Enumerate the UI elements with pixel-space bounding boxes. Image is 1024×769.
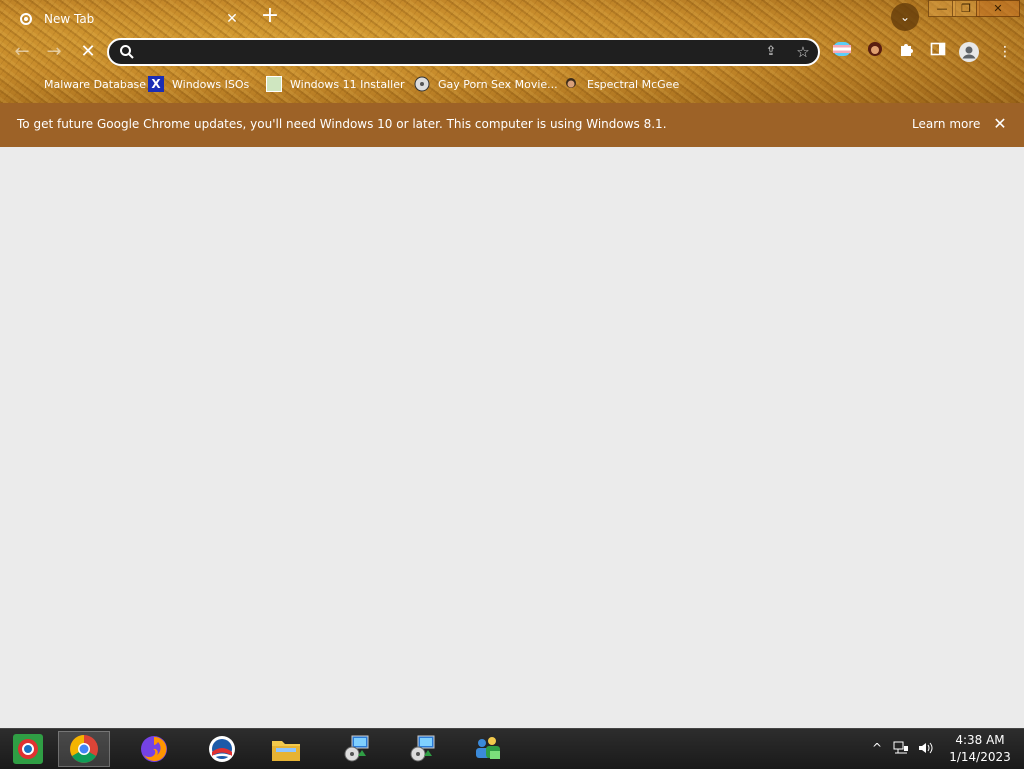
new-tab-button[interactable]: + xyxy=(258,5,282,29)
avatar-extension-icon[interactable] xyxy=(864,41,886,63)
clock-time[interactable]: 4:38 AM xyxy=(940,733,1020,747)
firefox-taskbar-icon[interactable] xyxy=(128,731,180,767)
taskbar: ^ 4:38 AM 1/14/2023 xyxy=(0,728,1024,769)
volume-icon[interactable] xyxy=(917,740,933,759)
bookmark-label: Windows ISOs xyxy=(172,77,250,91)
update-infobar: To get future Google Chrome updates, you… xyxy=(0,103,1024,147)
tab-new-tab[interactable]: New Tab ✕ xyxy=(8,4,248,34)
back-button[interactable]: ← xyxy=(10,41,34,65)
infobar-close-icon[interactable]: ✕ xyxy=(990,114,1010,133)
infobar-message: To get future Google Chrome updates, you… xyxy=(17,117,667,131)
bookmark-espectral-mcgee[interactable]: Espectral McGee xyxy=(563,72,679,96)
cd-icon xyxy=(414,76,430,92)
bookmark-malware-database[interactable]: Malware Database xyxy=(20,72,146,96)
extensions-puzzle-icon[interactable] xyxy=(895,41,917,63)
bookmark-label: Windows 11 Installer xyxy=(290,77,405,91)
network-icon[interactable] xyxy=(893,741,909,758)
forward-button[interactable]: → xyxy=(42,41,66,65)
close-window-button[interactable]: ✕ xyxy=(976,0,1020,17)
chrome-taskbar-icon[interactable] xyxy=(58,731,110,767)
stop-loading-button[interactable]: ✕ xyxy=(76,41,100,65)
clock-date[interactable]: 1/14/2023 xyxy=(940,750,1020,764)
show-hidden-icons-chevron[interactable]: ^ xyxy=(872,741,882,755)
start-button[interactable] xyxy=(2,731,54,767)
blank-page-icon xyxy=(20,76,36,92)
new-tab-favicon-icon xyxy=(20,13,32,25)
profile-avatar-icon[interactable] xyxy=(958,41,980,63)
image-icon xyxy=(266,76,282,92)
obama-logo-taskbar-icon[interactable] xyxy=(196,731,248,767)
search-icon xyxy=(120,45,134,59)
bookmark-label: Malware Database xyxy=(44,77,147,91)
network-app-taskbar-icon[interactable] xyxy=(462,731,514,767)
installer-2-taskbar-icon[interactable] xyxy=(396,731,448,767)
x-logo-icon: X xyxy=(148,76,164,92)
browser-frame: New Tab ✕ + ⌄ — ❐ ✕ ← → ✕ ⇪ ☆ ⋮ Malware … xyxy=(0,0,1024,103)
address-input[interactable] xyxy=(143,43,747,63)
bookmark-windows-11-installer[interactable]: Windows 11 Installer xyxy=(266,72,405,96)
address-bar[interactable]: ⇪ ☆ xyxy=(107,38,820,66)
avatar-icon xyxy=(563,76,579,92)
side-panel-icon[interactable] xyxy=(927,41,949,63)
share-icon[interactable]: ⇪ xyxy=(761,42,781,62)
chrome-menu-icon[interactable]: ⋮ xyxy=(994,41,1016,63)
bookmarks-bar: Malware Database X Windows ISOs Windows … xyxy=(0,72,1024,96)
page-content xyxy=(0,147,1024,728)
learn-more-link[interactable]: Learn more xyxy=(912,117,980,131)
file-explorer-taskbar-icon[interactable] xyxy=(260,731,312,767)
bookmark-windows-isos[interactable]: X Windows ISOs xyxy=(148,72,249,96)
tab-close-icon[interactable]: ✕ xyxy=(222,11,242,27)
installer-1-taskbar-icon[interactable] xyxy=(330,731,382,767)
bookmark-star-icon[interactable]: ☆ xyxy=(793,42,813,62)
bookmark-gay-porn-sex-movie[interactable]: Gay Porn Sex Movie... xyxy=(414,72,558,96)
bookmark-label: Gay Porn Sex Movie... xyxy=(438,77,558,91)
trans-flag-extension-icon[interactable] xyxy=(831,41,853,63)
tab-title: New Tab xyxy=(44,12,95,26)
tab-search-button[interactable]: ⌄ xyxy=(891,3,919,31)
bookmark-label: Espectral McGee xyxy=(587,77,680,91)
